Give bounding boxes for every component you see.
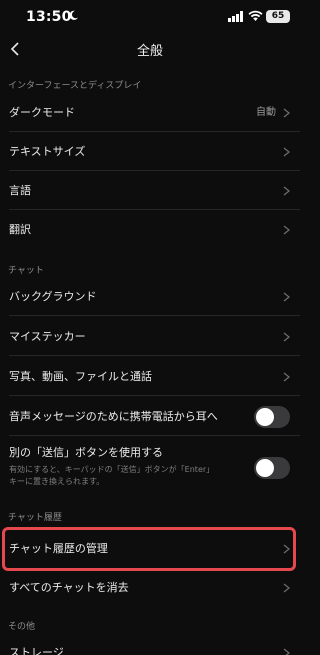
toggle-knob bbox=[256, 459, 274, 477]
wifi-icon bbox=[248, 10, 263, 21]
row-translate[interactable]: 翻訳 bbox=[0, 211, 300, 249]
row-label: ダークモード bbox=[9, 106, 75, 119]
row-label: すべてのチャットを消去 bbox=[9, 581, 129, 594]
row-label: 写真、動画、ファイルと通話 bbox=[9, 370, 152, 383]
row-dark-mode[interactable]: ダークモード 自動 bbox=[0, 94, 300, 132]
signal-icon bbox=[228, 11, 243, 22]
row-background[interactable]: バックグラウンド bbox=[0, 278, 300, 316]
divider bbox=[9, 395, 300, 396]
toggle-knob bbox=[256, 408, 274, 426]
divider bbox=[9, 435, 300, 436]
page-title: 全般 bbox=[136, 44, 163, 59]
row-label: 翻訳 bbox=[9, 223, 31, 236]
row-my-stickers[interactable]: マイステッカー bbox=[0, 318, 300, 356]
row-label: テキストサイズ bbox=[9, 145, 86, 158]
divider bbox=[9, 131, 300, 132]
divider bbox=[9, 355, 300, 356]
row-description: キーに置き換えられます。 bbox=[9, 477, 105, 486]
row-description: 有効にすると、キーパッドの「送信」ボタンが「Enter」 bbox=[9, 465, 215, 474]
chevron-right-icon bbox=[283, 292, 290, 302]
row-language[interactable]: 言語 bbox=[0, 172, 300, 210]
divider bbox=[9, 170, 300, 171]
section-header-history: チャット履歴 bbox=[8, 513, 62, 523]
row-label: ストレージ bbox=[9, 646, 64, 655]
chevron-right-icon bbox=[283, 186, 290, 196]
chevron-right-icon bbox=[283, 225, 290, 235]
moon-icon bbox=[69, 10, 79, 20]
section-header-interface: インターフェースとディスプレイ bbox=[8, 81, 142, 91]
chevron-right-icon bbox=[283, 147, 290, 157]
chevron-right-icon bbox=[283, 108, 290, 118]
battery-indicator: 65 bbox=[266, 10, 290, 23]
chevron-right-icon bbox=[283, 648, 290, 655]
row-label: 言語 bbox=[9, 184, 31, 197]
row-label: 音声メッセージのために携帯電話から耳へ bbox=[9, 410, 218, 423]
divider bbox=[9, 315, 300, 316]
voice-ear-toggle[interactable] bbox=[254, 406, 290, 428]
chevron-right-icon bbox=[283, 332, 290, 342]
row-label: 別の「送信」ボタンを使用する bbox=[9, 446, 163, 459]
row-media[interactable]: 写真、動画、ファイルと通話 bbox=[0, 358, 300, 396]
section-header-chat: チャット bbox=[8, 266, 44, 276]
chevron-right-icon bbox=[283, 372, 290, 382]
row-label: バックグラウンド bbox=[9, 290, 97, 303]
status-bar: 13:50 65 bbox=[0, 0, 300, 34]
section-header-other: その他 bbox=[8, 622, 36, 632]
status-time: 13:50 bbox=[26, 9, 72, 25]
chevron-right-icon bbox=[283, 583, 290, 593]
send-button-toggle[interactable] bbox=[254, 457, 290, 479]
row-text-size[interactable]: テキストサイズ bbox=[0, 133, 300, 171]
row-label: マイステッカー bbox=[9, 330, 86, 343]
row-storage[interactable]: ストレージ bbox=[0, 634, 300, 655]
row-clear-all-chats[interactable]: すべてのチャットを消去 bbox=[0, 569, 300, 607]
row-send-button: 別の「送信」ボタンを使用する 有効にすると、キーパッドの「送信」ボタンが「Ent… bbox=[0, 437, 300, 493]
highlight-box bbox=[2, 527, 296, 571]
row-voice-ear: 音声メッセージのために携帯電話から耳へ bbox=[0, 398, 300, 436]
row-value: 自動 bbox=[256, 107, 276, 118]
divider bbox=[9, 209, 300, 210]
